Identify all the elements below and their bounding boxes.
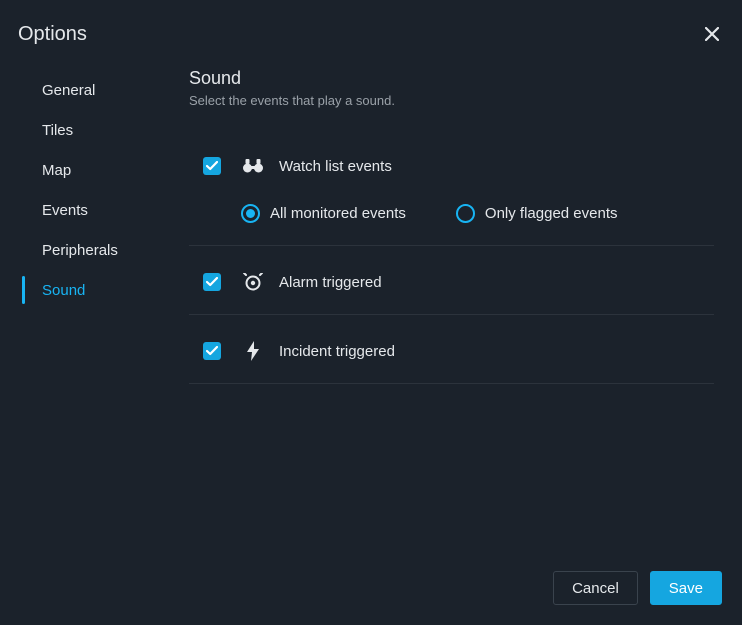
option-label: Watch list events (279, 158, 392, 175)
option-label: Incident triggered (279, 343, 395, 360)
radio-label: Only flagged events (485, 205, 618, 222)
watch-list-filter: All monitored events Only flagged events (189, 184, 714, 231)
check-icon (206, 161, 218, 171)
radio-dot-icon (246, 209, 255, 218)
sidebar-item-map[interactable]: Map (22, 150, 175, 190)
radio-ring-icon (241, 204, 260, 223)
panel-heading: Sound (189, 68, 714, 89)
checkbox-incident[interactable] (203, 342, 221, 360)
sidebar-item-events[interactable]: Events (22, 190, 175, 230)
divider (189, 383, 714, 384)
divider (189, 245, 714, 246)
check-icon (206, 277, 218, 287)
sidebar-item-tiles[interactable]: Tiles (22, 110, 175, 150)
panel-subtitle: Select the events that play a sound. (189, 93, 714, 108)
option-watch-list: Watch list events (189, 148, 714, 184)
lightning-icon (241, 339, 265, 363)
sidebar-item-general[interactable]: General (22, 70, 175, 110)
close-icon (705, 27, 719, 41)
divider (189, 314, 714, 315)
radio-all-monitored[interactable]: All monitored events (241, 204, 406, 223)
binoculars-icon (241, 154, 265, 178)
sidebar-item-label: Peripherals (42, 242, 118, 259)
radio-ring-icon (456, 204, 475, 223)
dialog-title: Options (18, 23, 87, 46)
sidebar-item-label: Tiles (42, 122, 73, 139)
sidebar-item-label: Sound (42, 282, 85, 299)
radio-label: All monitored events (270, 205, 406, 222)
option-label: Alarm triggered (279, 274, 382, 291)
sidebar-item-sound[interactable]: Sound (22, 270, 175, 310)
cancel-button[interactable]: Cancel (553, 571, 638, 605)
dialog-header: Options (0, 0, 742, 52)
alarm-icon (241, 270, 265, 294)
sidebar-item-label: Map (42, 162, 71, 179)
options-dialog: Options General Tiles Map Events Periphe… (0, 0, 742, 625)
save-button[interactable]: Save (650, 571, 722, 605)
dialog-body: General Tiles Map Events Peripherals Sou… (0, 52, 742, 557)
option-alarm: Alarm triggered (189, 264, 714, 300)
sidebar-item-peripherals[interactable]: Peripherals (22, 230, 175, 270)
panel-sound: Sound Select the events that play a soun… (175, 52, 742, 557)
check-icon (206, 346, 218, 356)
dialog-footer: Cancel Save (0, 557, 742, 625)
option-incident: Incident triggered (189, 333, 714, 369)
checkbox-alarm[interactable] (203, 273, 221, 291)
close-button[interactable] (700, 22, 724, 46)
checkbox-watch-list[interactable] (203, 157, 221, 175)
sidebar: General Tiles Map Events Peripherals Sou… (0, 52, 175, 557)
sidebar-item-label: Events (42, 202, 88, 219)
sidebar-item-label: General (42, 82, 95, 99)
radio-only-flagged[interactable]: Only flagged events (456, 204, 618, 223)
